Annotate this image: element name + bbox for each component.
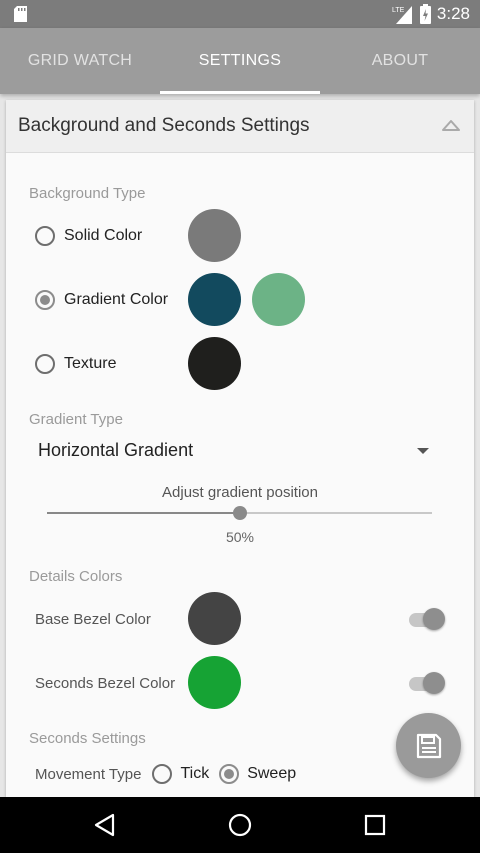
gradient-type-dropdown[interactable]: Horizontal Gradient bbox=[38, 440, 193, 461]
radio-label: Tick bbox=[180, 765, 210, 782]
radio-tick[interactable] bbox=[152, 764, 173, 784]
status-time: 3:28 bbox=[436, 4, 470, 23]
tab-bar: GRID WATCH SETTINGS ABOUT bbox=[0, 28, 480, 94]
radio-button-checked[interactable] bbox=[35, 290, 55, 310]
gradient-end-swatch[interactable] bbox=[252, 273, 305, 326]
navigation-bar bbox=[0, 797, 480, 853]
radio-gradient-color[interactable]: Gradient Color bbox=[35, 290, 168, 310]
save-button[interactable] bbox=[396, 713, 461, 778]
radio-sweep[interactable] bbox=[219, 764, 240, 784]
details-colors-label: Details Colors bbox=[29, 568, 123, 585]
radio-label: Gradient Color bbox=[64, 291, 169, 308]
svg-text:LTE: LTE bbox=[392, 7, 405, 14]
base-bezel-toggle[interactable] bbox=[408, 606, 446, 632]
gradient-type-label: Gradient Type bbox=[29, 411, 123, 428]
status-bar: LTE 3:28 bbox=[0, 0, 480, 28]
seconds-bezel-swatch[interactable] bbox=[188, 656, 241, 709]
slider-thumb[interactable] bbox=[232, 506, 247, 520]
seconds-bezel-color-label: Seconds Bezel Color bbox=[35, 675, 176, 692]
base-bezel-color-label: Base Bezel Color bbox=[35, 611, 151, 628]
recents-icon[interactable] bbox=[361, 811, 389, 839]
gradient-start-swatch[interactable] bbox=[188, 273, 241, 326]
radio-label: Texture bbox=[64, 355, 117, 372]
card-header[interactable]: Background and Seconds Settings bbox=[6, 100, 474, 153]
tab-grid-watch[interactable]: GRID WATCH bbox=[0, 28, 160, 94]
back-icon[interactable] bbox=[91, 811, 119, 839]
gradient-position-slider[interactable] bbox=[47, 506, 432, 520]
gradient-position-value: 50% bbox=[225, 529, 255, 545]
background-type-label: Background Type bbox=[29, 185, 146, 202]
switch-thumb bbox=[423, 608, 445, 630]
signal-icon: LTE bbox=[392, 6, 412, 24]
save-icon bbox=[416, 733, 441, 758]
chevron-up-icon[interactable] bbox=[442, 119, 460, 131]
solid-color-swatch[interactable] bbox=[188, 209, 241, 262]
home-icon[interactable] bbox=[226, 811, 254, 839]
sd-card-icon bbox=[14, 6, 27, 22]
radio-label: Sweep bbox=[247, 765, 297, 782]
gradient-position-label: Adjust gradient position bbox=[162, 484, 318, 501]
radio-label: Solid Color bbox=[64, 227, 143, 244]
settings-card: Background and Seconds Settings Backgrou… bbox=[6, 100, 474, 797]
battery-icon bbox=[419, 4, 431, 24]
movement-type-label: Movement Type bbox=[35, 765, 142, 783]
radio-button[interactable] bbox=[35, 226, 55, 246]
card-title: Background and Seconds Settings bbox=[18, 115, 310, 136]
base-bezel-swatch[interactable] bbox=[188, 592, 241, 645]
radio-texture[interactable]: Texture bbox=[35, 354, 116, 374]
radio-button[interactable] bbox=[35, 354, 55, 374]
tab-about[interactable]: ABOUT bbox=[320, 28, 480, 94]
tab-indicator bbox=[160, 91, 320, 94]
slider-fill bbox=[47, 512, 240, 514]
seconds-settings-label: Seconds Settings bbox=[29, 730, 146, 747]
switch-thumb bbox=[423, 672, 445, 694]
seconds-bezel-toggle[interactable] bbox=[408, 670, 446, 696]
radio-solid-color[interactable]: Solid Color bbox=[35, 226, 142, 246]
movement-type-row: Movement Type Tick Sweep bbox=[35, 764, 306, 784]
dropdown-caret-icon[interactable] bbox=[416, 447, 430, 455]
texture-swatch[interactable] bbox=[188, 337, 241, 390]
tab-settings[interactable]: SETTINGS bbox=[160, 28, 320, 94]
